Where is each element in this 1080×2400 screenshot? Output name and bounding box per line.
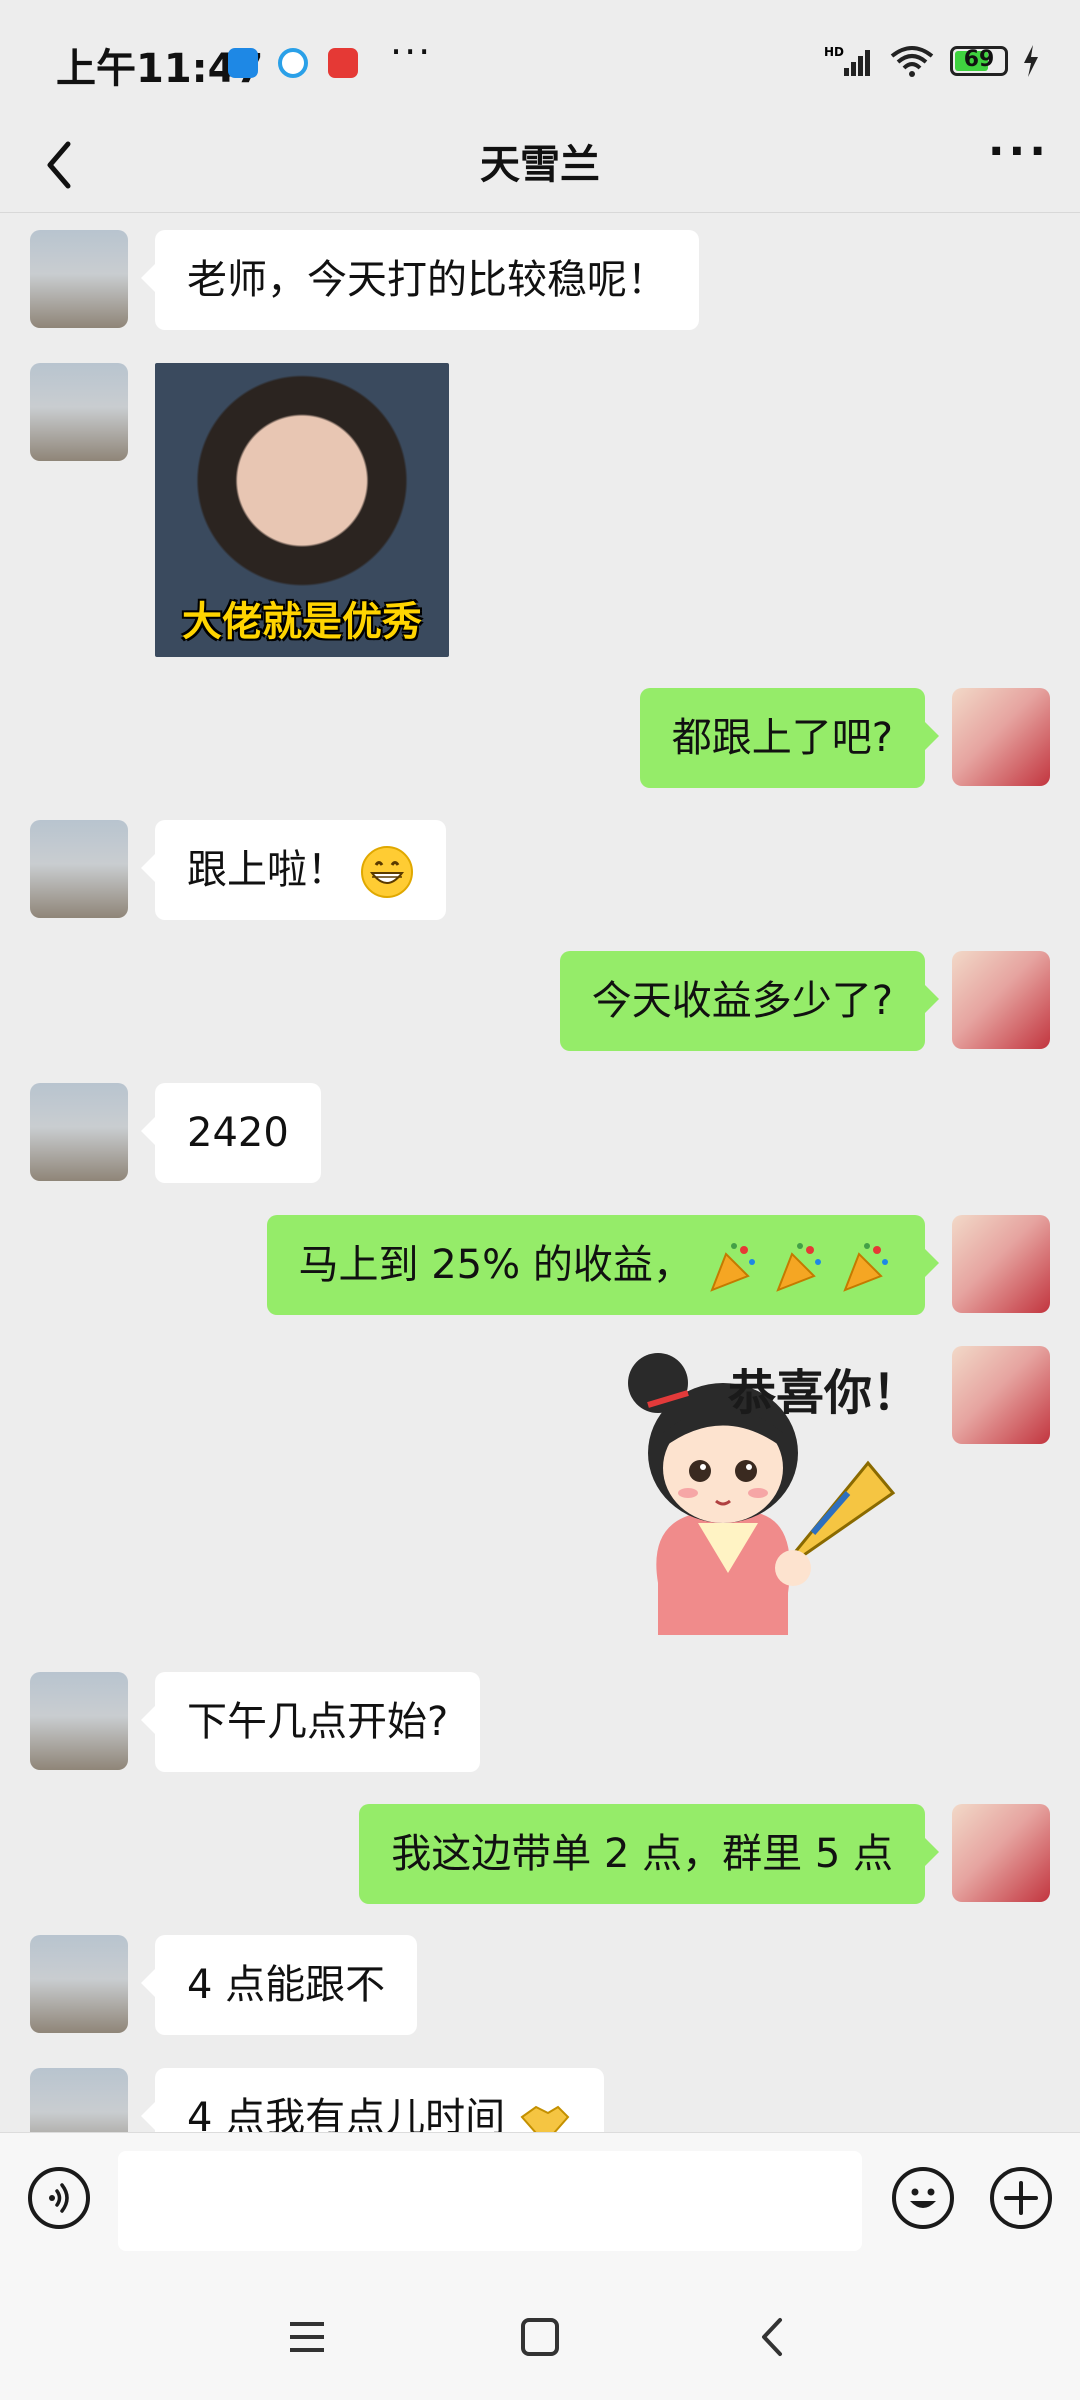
system-navigation-bar [0,2272,1080,2400]
charging-icon [1024,45,1038,77]
menu-icon[interactable] [282,2312,332,2362]
message-bubble-outgoing[interactable]: 马上到 25% 的收益， [266,1215,939,1315]
wifi-icon [890,46,934,77]
back-nav-icon[interactable] [748,2312,798,2362]
sticker-image[interactable]: 大佬就是优秀 [155,363,449,657]
home-icon[interactable] [515,2312,565,2362]
app-notification-icon [228,48,258,78]
contact-avatar[interactable] [30,1083,128,1181]
party-popper-emoji-icon [709,1243,755,1292]
message-bubble-outgoing[interactable]: 都跟上了吧? [639,688,940,788]
more-icon[interactable]: ··· [988,126,1050,177]
party-popper-emoji-icon [843,1243,888,1292]
message-bubble-incoming[interactable]: 老师，今天打的比较稳呢！ [141,230,699,330]
sticker-caption: 大佬就是优秀 [182,599,422,645]
sticker-image[interactable]: 恭喜你！ [628,1343,928,1635]
my-avatar[interactable] [952,688,1050,786]
chat-header: 天雪兰 ··· [0,120,1080,212]
party-popper-emoji-icon [776,1243,822,1292]
more-options-button[interactable] [990,2167,1052,2229]
battery-level: 69 [963,47,995,72]
grin-emoji-icon [360,846,413,898]
status-bar: 上午11:47 ··· HD 69 [0,0,1080,120]
message-text: 4 点能跟不 [187,1962,386,2008]
my-avatar[interactable] [952,1215,1050,1313]
message-bubble-outgoing[interactable]: 我这边带单 2 点，群里 5 点 [359,1804,939,1904]
signal-icon: HD [824,45,870,76]
sticker-caption: 恭喜你！ [728,1365,921,1421]
message-text: 下午几点开始? [187,1699,449,1745]
emoji-button[interactable] [892,2167,954,2229]
contact-avatar[interactable] [30,230,128,328]
message-bubble-incoming[interactable]: 跟上啦！ [141,820,446,920]
contact-avatar[interactable] [30,820,128,918]
message-text: 今天收益多少了? [591,978,893,1024]
message-bubble-outgoing[interactable]: 今天收益多少了? [559,951,940,1051]
more-notifications-icon: ··· [390,30,433,74]
message-text: 2420 [187,1110,289,1156]
battery-icon: 69 [950,46,1008,76]
message-list[interactable]: 老师，今天打的比较稳呢！ 大佬就是优秀 都跟上了吧? 跟上啦！ 今天收益多少了?… [0,213,1080,2133]
message-bubble-incoming[interactable]: 2420 [141,1083,321,1183]
handshake-emoji-icon [520,2105,570,2133]
contact-avatar[interactable] [30,1672,128,1770]
message-text: 都跟上了吧? [671,715,893,761]
message-text: 我这边带单 2 点，群里 5 点 [391,1831,893,1877]
message-text: 跟上啦！ [187,847,347,893]
message-bubble-incoming[interactable]: 4 点我有点儿时间 [141,2068,604,2133]
message-text: 老师，今天打的比较稳呢！ [187,257,667,303]
message-text: 4 点我有点儿时间 [187,2095,506,2133]
plus-icon [1004,2181,1038,2215]
app-notification-icon [328,48,358,78]
message-bubble-incoming[interactable]: 下午几点开始? [140,1672,481,1772]
contact-avatar[interactable] [30,363,128,461]
voice-button[interactable] [28,2167,90,2229]
my-avatar[interactable] [952,1804,1050,1902]
my-avatar[interactable] [952,1346,1050,1444]
browser-notification-icon [278,48,308,78]
message-input[interactable] [118,2151,862,2251]
contact-avatar[interactable] [30,1935,128,2033]
emoji-icon [910,2188,936,2208]
voice-icon [49,2183,69,2213]
message-text: 马上到 25% 的收益， [298,1242,693,1288]
contact-avatar[interactable] [30,2068,128,2133]
svg-text:HD: HD [824,45,844,59]
input-bar [0,2132,1080,2273]
message-bubble-incoming[interactable]: 4 点能跟不 [140,1935,418,2035]
chat-title: 天雪兰 [480,142,600,188]
my-avatar[interactable] [952,951,1050,1049]
